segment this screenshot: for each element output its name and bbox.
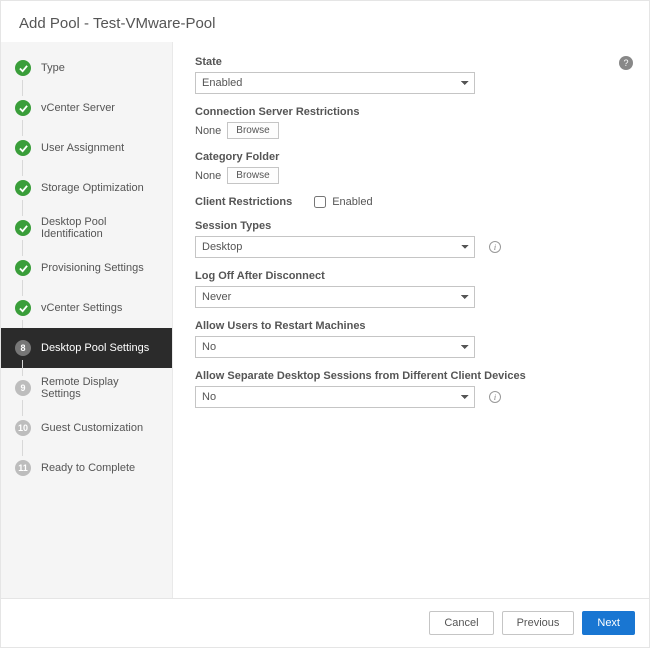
step-number-icon: 10	[15, 420, 31, 436]
step-number-icon: 9	[15, 380, 31, 396]
wizard-step-3[interactable]: User Assignment	[1, 128, 172, 168]
conn-restrictions-label: Connection Server Restrictions	[195, 106, 627, 118]
wizard-step-label: Type	[41, 62, 65, 74]
separate-sessions-label: Allow Separate Desktop Sessions from Dif…	[195, 370, 627, 382]
check-icon	[15, 180, 31, 196]
wizard-step-8[interactable]: 8 Desktop Pool Settings	[1, 328, 172, 368]
wizard-step-9[interactable]: 9 Remote Display Settings	[1, 368, 172, 408]
check-icon	[15, 260, 31, 276]
wizard-step-label: Desktop Pool Identification	[41, 216, 160, 240]
wizard-step-label: User Assignment	[41, 142, 124, 154]
wizard-step-label: vCenter Settings	[41, 302, 122, 314]
wizard-step-1[interactable]: Type	[1, 48, 172, 88]
conn-restrictions-browse-button[interactable]: Browse	[227, 122, 278, 139]
check-icon	[15, 140, 31, 156]
logoff-label: Log Off After Disconnect	[195, 270, 627, 282]
check-icon	[15, 220, 31, 236]
check-icon	[15, 100, 31, 116]
check-icon	[15, 60, 31, 76]
wizard-footer: Cancel Previous Next	[1, 598, 649, 647]
category-folder-value: None	[195, 170, 221, 182]
category-folder-browse-button[interactable]: Browse	[227, 167, 278, 184]
wizard-step-label: Guest Customization	[41, 422, 143, 434]
wizard-step-label: Storage Optimization	[41, 182, 144, 194]
wizard-step-5[interactable]: Desktop Pool Identification	[1, 208, 172, 248]
separate-sessions-select[interactable]: No	[195, 386, 475, 408]
wizard-step-6[interactable]: Provisioning Settings	[1, 248, 172, 288]
wizard-step-4[interactable]: Storage Optimization	[1, 168, 172, 208]
state-select[interactable]: Enabled	[195, 72, 475, 94]
allow-restart-label: Allow Users to Restart Machines	[195, 320, 627, 332]
wizard-step-7[interactable]: vCenter Settings	[1, 288, 172, 328]
previous-button[interactable]: Previous	[502, 611, 575, 635]
session-types-label: Session Types	[195, 220, 627, 232]
wizard-step-label: Ready to Complete	[41, 462, 135, 474]
allow-restart-select[interactable]: No	[195, 336, 475, 358]
wizard-step-label: vCenter Server	[41, 102, 115, 114]
help-icon[interactable]: ?	[619, 56, 633, 70]
session-types-select[interactable]: Desktop	[195, 236, 475, 258]
wizard-step-11[interactable]: 11 Ready to Complete	[1, 448, 172, 488]
check-icon	[15, 300, 31, 316]
state-label: State	[195, 56, 627, 68]
wizard-step-label: Desktop Pool Settings	[41, 342, 149, 354]
info-icon[interactable]: i	[489, 241, 501, 253]
cancel-button[interactable]: Cancel	[429, 611, 493, 635]
client-restrictions-label: Client Restrictions	[195, 196, 292, 208]
wizard-step-label: Provisioning Settings	[41, 262, 144, 274]
page-title: Add Pool - Test-VMware-Pool	[1, 1, 649, 42]
logoff-select[interactable]: Never	[195, 286, 475, 308]
form-panel: ? State Enabled Connection Server Restri…	[173, 42, 649, 600]
step-number-icon: 11	[15, 460, 31, 476]
wizard-step-2[interactable]: vCenter Server	[1, 88, 172, 128]
wizard-steps-sidebar: Type vCenter Server User Assignment Storage…	[1, 42, 173, 600]
category-folder-label: Category Folder	[195, 151, 627, 163]
step-number-icon: 8	[15, 340, 31, 356]
wizard-step-10[interactable]: 10 Guest Customization	[1, 408, 172, 448]
client-restrictions-checkbox-label: Enabled	[332, 196, 372, 208]
conn-restrictions-value: None	[195, 125, 221, 137]
wizard-body: Type vCenter Server User Assignment Storage…	[1, 42, 649, 600]
client-restrictions-checkbox[interactable]	[314, 196, 326, 208]
next-button[interactable]: Next	[582, 611, 635, 635]
info-icon[interactable]: i	[489, 391, 501, 403]
wizard-step-label: Remote Display Settings	[41, 376, 160, 400]
